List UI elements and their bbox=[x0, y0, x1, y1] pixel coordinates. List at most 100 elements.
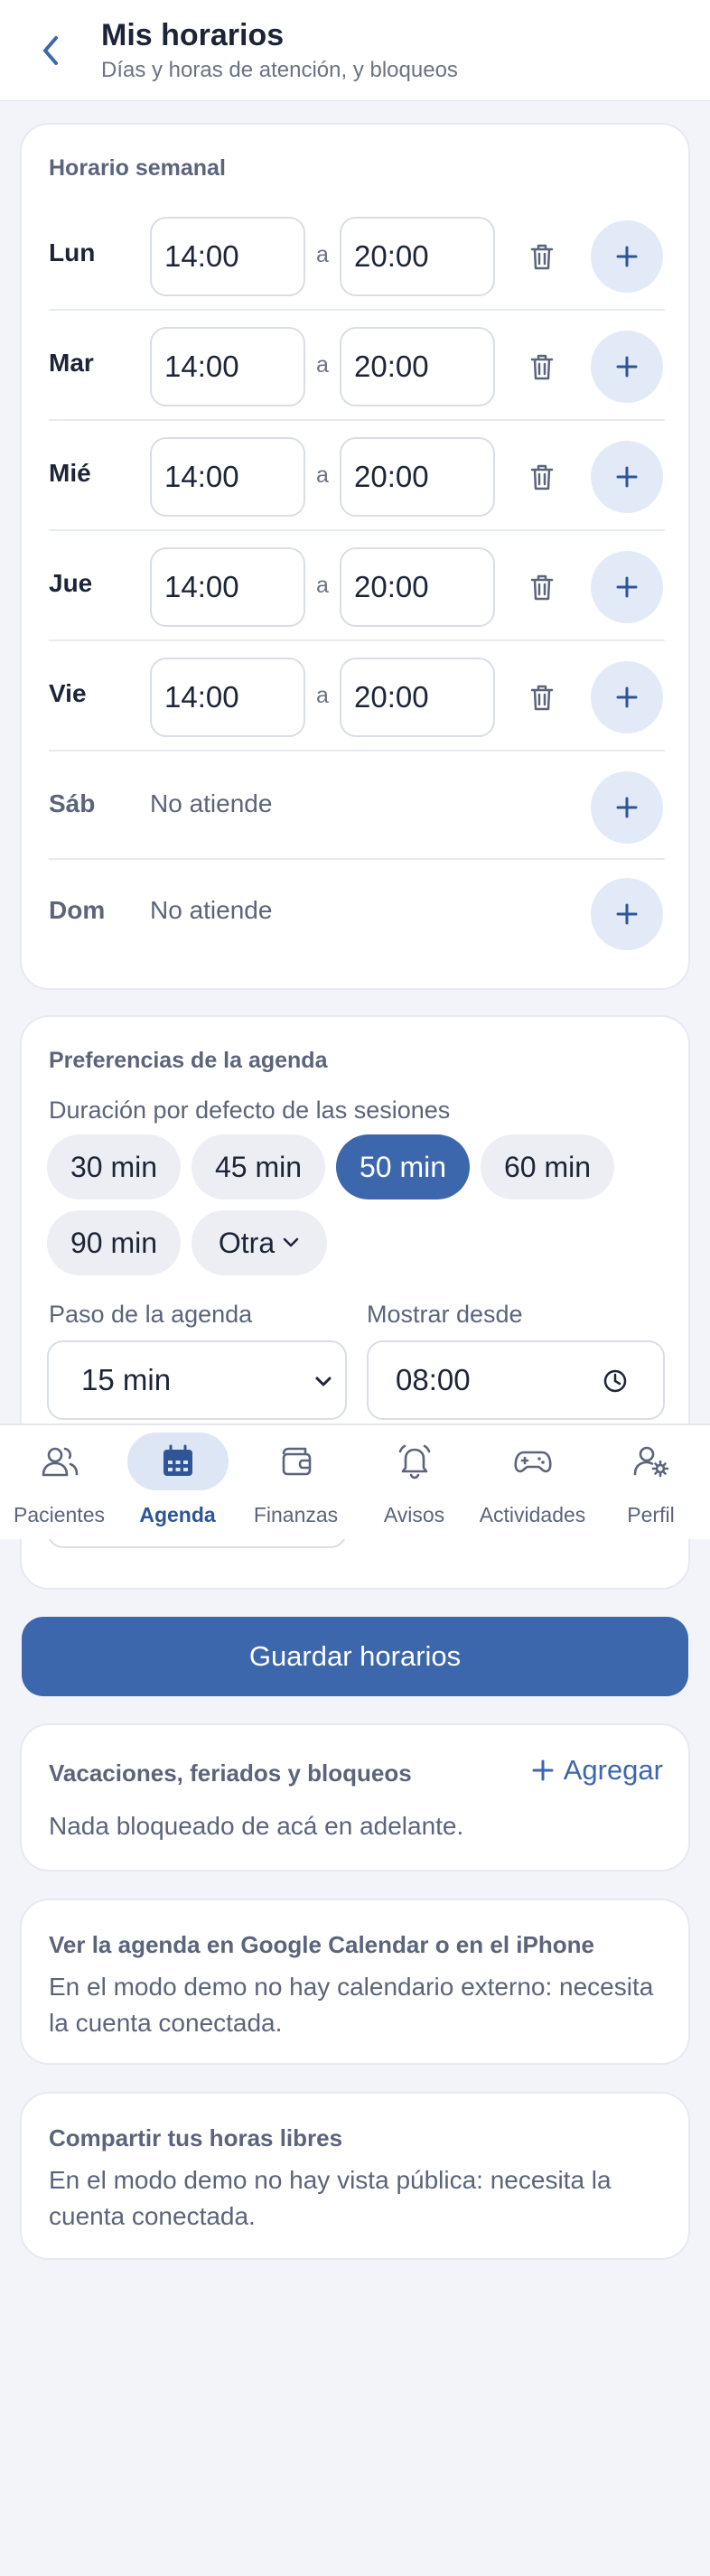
trash-icon bbox=[530, 574, 554, 601]
row-divider bbox=[49, 858, 665, 860]
time-separator: a bbox=[316, 462, 329, 488]
day-label-dom: Dom bbox=[49, 896, 106, 924]
add-range-button[interactable] bbox=[591, 331, 663, 403]
nav-label-actividades: Actividades bbox=[479, 1503, 586, 1526]
blocks-title: Vacaciones, feriados y bloqueos bbox=[49, 1759, 412, 1787]
agenda-step-value: 15 min bbox=[81, 1363, 172, 1396]
delete-day-button[interactable] bbox=[524, 238, 560, 275]
calendar-icon bbox=[163, 1444, 192, 1476]
duration-chip-50[interactable]: 50 min bbox=[336, 1134, 470, 1199]
bell-icon bbox=[398, 1444, 430, 1479]
duration-chip-45[interactable]: 45 min bbox=[192, 1134, 325, 1199]
delete-day-button[interactable] bbox=[524, 569, 560, 605]
row-divider bbox=[49, 309, 665, 311]
add-block-button[interactable]: Agregar bbox=[531, 1754, 663, 1787]
share-text: En el modo demo no hay vista pública: ne… bbox=[49, 2166, 612, 2230]
show-from-value: 08:00 bbox=[396, 1363, 471, 1396]
nav-icon-wrap bbox=[246, 1433, 347, 1490]
agenda-step-select[interactable]: 15 min bbox=[47, 1340, 347, 1420]
time-from-mar[interactable]: 14:00 bbox=[150, 327, 305, 406]
plus-icon bbox=[616, 903, 638, 925]
plus-icon bbox=[616, 246, 638, 267]
plus-icon bbox=[616, 576, 638, 598]
time-to-mar[interactable]: 20:00 bbox=[340, 327, 495, 406]
time-from-mie[interactable]: 14:00 bbox=[150, 437, 305, 517]
day-label-mie: Mié bbox=[49, 459, 91, 487]
weekly-schedule-card: Horario semanal Lun 14:00 a 20:00 Mar 14… bbox=[20, 123, 690, 990]
nav-item-agenda[interactable]: Agenda bbox=[118, 1425, 237, 1541]
nav-label-avisos: Avisos bbox=[383, 1503, 445, 1526]
time-from-vie[interactable]: 14:00 bbox=[150, 658, 305, 737]
time-from-jue[interactable]: 14:00 bbox=[150, 547, 305, 627]
time-to-lun[interactable]: 20:00 bbox=[340, 217, 495, 296]
plus-icon bbox=[616, 797, 638, 818]
back-button[interactable] bbox=[27, 25, 74, 76]
day-status-dom: No atiende bbox=[150, 896, 273, 924]
delete-day-button[interactable] bbox=[524, 679, 560, 715]
nav-icon-wrap bbox=[364, 1433, 465, 1490]
duration-chip-other[interactable]: Otra bbox=[192, 1210, 327, 1275]
nav-label-perfil: Perfil bbox=[627, 1503, 675, 1526]
nav-icon-wrap bbox=[9, 1433, 110, 1490]
delete-day-button[interactable] bbox=[524, 349, 560, 385]
nav-label-agenda: Agenda bbox=[139, 1503, 216, 1526]
add-range-button[interactable] bbox=[591, 771, 663, 844]
chevron-down-icon bbox=[315, 1377, 332, 1386]
time-separator: a bbox=[316, 352, 329, 378]
clock-icon bbox=[603, 1369, 627, 1393]
time-to-vie[interactable]: 20:00 bbox=[340, 658, 495, 737]
day-label-mar: Mar bbox=[49, 349, 94, 377]
page-subtitle: Días y horas de atención, y bloqueos bbox=[101, 58, 458, 82]
add-range-button[interactable] bbox=[591, 441, 663, 513]
show-from-label: Mostrar desde bbox=[367, 1301, 523, 1328]
duration-chip-30[interactable]: 30 min bbox=[47, 1134, 181, 1199]
time-separator: a bbox=[316, 683, 329, 708]
gamepad-icon bbox=[513, 1451, 552, 1473]
back-arrow-icon bbox=[43, 36, 58, 65]
nav-icon-wrap bbox=[601, 1433, 702, 1490]
nav-item-perfil[interactable]: Perfil bbox=[592, 1425, 710, 1541]
nav-icon-wrap bbox=[482, 1433, 584, 1490]
delete-day-button[interactable] bbox=[524, 459, 560, 495]
nav-item-finanzas[interactable]: Finanzas bbox=[237, 1425, 355, 1541]
app-header: Mis horarios Días y horas de atención, y… bbox=[0, 0, 710, 101]
plus-icon bbox=[616, 466, 638, 488]
users-icon bbox=[42, 1447, 78, 1477]
add-range-button[interactable] bbox=[591, 661, 663, 733]
wallet-icon bbox=[282, 1447, 311, 1476]
share-title: Compartir tus horas libres bbox=[49, 2124, 343, 2151]
duration-chip-90[interactable]: 90 min bbox=[47, 1210, 181, 1275]
blocks-empty-text: Nada bloqueado de acá en adelante. bbox=[49, 1812, 464, 1840]
show-from-time-input[interactable]: 08:00 bbox=[367, 1340, 665, 1420]
day-label-lun: Lun bbox=[49, 238, 96, 266]
time-to-mie[interactable]: 20:00 bbox=[340, 437, 495, 517]
row-divider bbox=[49, 529, 665, 531]
step-label: Paso de la agenda bbox=[49, 1301, 253, 1328]
day-label-jue: Jue bbox=[49, 569, 93, 597]
row-divider bbox=[49, 419, 665, 421]
preferences-title: Preferencias de la agenda bbox=[49, 1048, 328, 1073]
nav-item-avisos[interactable]: Avisos bbox=[355, 1425, 473, 1541]
plus-icon bbox=[616, 686, 638, 708]
duration-chip-60[interactable]: 60 min bbox=[481, 1134, 614, 1199]
user-gear-icon bbox=[633, 1446, 668, 1478]
nav-label-finanzas: Finanzas bbox=[253, 1503, 339, 1526]
nav-item-pacientes[interactable]: Pacientes bbox=[0, 1425, 118, 1541]
time-from-lun[interactable]: 14:00 bbox=[150, 217, 305, 296]
day-label-sab: Sáb bbox=[49, 789, 96, 817]
plus-icon bbox=[616, 356, 638, 378]
chevron-down-icon bbox=[283, 1237, 299, 1247]
trash-icon bbox=[530, 685, 554, 711]
time-separator: a bbox=[316, 573, 329, 598]
add-range-button[interactable] bbox=[591, 551, 663, 623]
row-divider bbox=[49, 639, 665, 641]
add-range-button[interactable] bbox=[591, 220, 663, 293]
time-to-jue[interactable]: 20:00 bbox=[340, 547, 495, 627]
add-range-button[interactable] bbox=[591, 878, 663, 950]
nav-item-actividades[interactable]: Actividades bbox=[473, 1425, 592, 1541]
trash-icon bbox=[530, 464, 554, 490]
row-divider bbox=[49, 750, 665, 751]
time-separator: a bbox=[316, 242, 329, 267]
page-title: Mis horarios bbox=[101, 18, 285, 52]
save-schedule-button[interactable]: Guardar horarios bbox=[22, 1617, 688, 1696]
